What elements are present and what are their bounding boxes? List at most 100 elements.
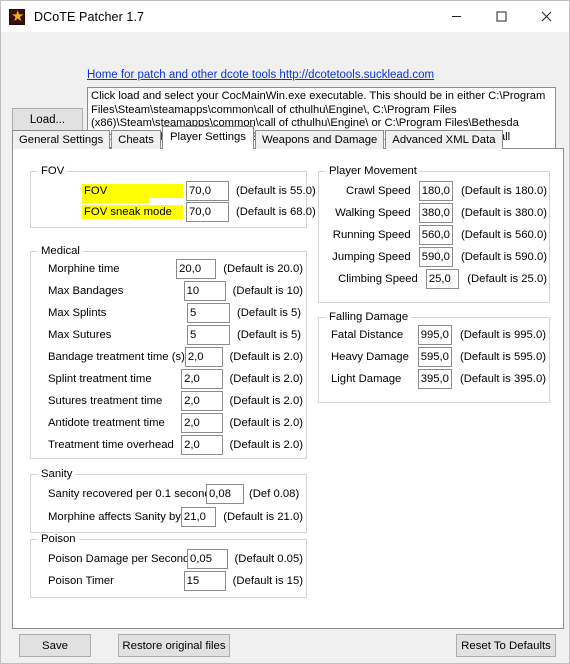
star-glyph: ★ (11, 7, 25, 25)
tab-weapons-and-damage[interactable]: Weapons and Damage (254, 130, 385, 149)
field-row-walking-speed: Walking Speed 380,0 (Default is 380.0) (332, 203, 547, 223)
group-medical-legend: Medical (38, 245, 83, 257)
group-falling-damage: Falling Damage Fatal Distance 995,0 (Def… (318, 311, 550, 403)
field-row-crawl-speed: Crawl Speed 180,0 (Default is 180.0) (332, 181, 547, 201)
label-sutures-treatment-time: Sutures treatment time (48, 395, 163, 407)
field-row-fov-sneak-mode: FOV sneak mode 70,0 (Default is 68.0) (82, 202, 332, 222)
label-treatment-time-overhead: Treatment time overhead (48, 439, 174, 451)
input-poison-damage-per-second[interactable]: 0,05 (187, 549, 228, 569)
field-row-treatment-time-overhead: Treatment time overhead 2,0 (Default is … (48, 435, 303, 455)
label-bandage-treatment-time: Bandage treatment time (s) (48, 351, 185, 363)
label-walking-speed: Walking Speed (335, 207, 411, 219)
label-light-damage: Light Damage (331, 373, 402, 385)
input-sanity-recovered[interactable]: 0,08 (206, 484, 244, 504)
default-poison-damage-per-second: (Default 0.05) (234, 553, 303, 565)
default-heavy-damage: (Default is 595.0) (459, 351, 546, 363)
group-sanity-legend: Sanity (38, 468, 76, 480)
input-running-speed[interactable]: 560,0 (418, 225, 453, 245)
field-row-fov: FOV 70,0 (Default is 55.0) (82, 181, 332, 201)
title-bar: ★ DCoTE Patcher 1.7 (1, 1, 569, 32)
default-fov-sneak-mode: (Default is 68.0) (236, 206, 316, 218)
input-morphine-affects-sanity[interactable]: 21,0 (180, 507, 217, 527)
elder-sign-icon: ★ (9, 7, 25, 25)
field-row-heavy-damage: Heavy Damage 595,0 (Default is 595.0) (331, 347, 546, 367)
input-morphine-time[interactable]: 20,0 (176, 259, 217, 279)
input-crawl-speed[interactable]: 180,0 (418, 181, 453, 201)
restore-original-files-button[interactable]: Restore original files (118, 634, 230, 657)
input-max-splints[interactable]: 5 (187, 303, 230, 323)
label-jumping-speed: Jumping Speed (332, 251, 411, 263)
label-splint-treatment-time: Splint treatment time (48, 373, 152, 385)
input-antidote-treatment-time[interactable]: 2,0 (181, 413, 223, 433)
field-row-sanity-recovered: Sanity recovered per 0.1 seconds 0,08 (D… (48, 484, 303, 504)
group-sanity: Sanity Sanity recovered per 0.1 seconds … (30, 468, 307, 533)
input-climbing-speed[interactable]: 25,0 (425, 269, 460, 289)
field-row-morphine-time: Morphine time 20,0 (Default is 20.0) (48, 259, 303, 279)
label-antidote-treatment-time: Antidote treatment time (48, 417, 165, 429)
default-poison-timer: (Default is 15) (232, 575, 303, 587)
input-splint-treatment-time[interactable]: 2,0 (181, 369, 223, 389)
default-morphine-time: (Default is 20.0) (223, 263, 303, 275)
label-max-bandages: Max Bandages (48, 285, 124, 297)
field-row-poison-timer: Poison Timer 15 (Default is 15) (48, 571, 303, 591)
tabs-container: General Settings Cheats Player Settings … (12, 126, 564, 630)
group-player-movement-legend: Player Movement (326, 165, 420, 177)
input-sutures-treatment-time[interactable]: 2,0 (181, 391, 223, 411)
default-light-damage: (Default is 395.0) (459, 373, 546, 385)
tab-strip: General Settings Cheats Player Settings … (12, 126, 504, 149)
default-sanity-recovered: (Def 0.08) (249, 488, 300, 500)
input-light-damage[interactable]: 395,0 (417, 369, 452, 389)
tab-general-settings[interactable]: General Settings (12, 130, 111, 149)
input-bandage-treatment-time[interactable]: 2,0 (184, 347, 223, 367)
homepage-link[interactable]: Home for patch and other dcote tools htt… (87, 69, 434, 81)
default-sutures-treatment-time: (Default is 2.0) (229, 395, 303, 407)
default-max-bandages: (Default is 10) (232, 285, 303, 297)
input-poison-timer[interactable]: 15 (183, 571, 226, 591)
default-bandage-treatment-time: (Default is 2.0) (229, 351, 303, 363)
input-heavy-damage[interactable]: 595,0 (417, 347, 452, 367)
input-max-sutures[interactable]: 5 (187, 325, 230, 345)
field-row-jumping-speed: Jumping Speed 590,0 (Default is 590.0) (332, 247, 547, 267)
default-splint-treatment-time: (Default is 2.0) (229, 373, 303, 385)
default-fatal-distance: (Default is 995.0) (459, 329, 546, 341)
label-morphine-time: Morphine time (48, 263, 120, 275)
default-fov: (Default is 55.0) (236, 185, 316, 197)
group-player-movement: Player Movement Crawl Speed 180,0 (Defau… (318, 165, 550, 303)
tab-advanced-xml-data[interactable]: Advanced XML Data (385, 130, 503, 149)
field-row-morphine-affects-sanity: Morphine affects Sanity by 21,0 (Default… (48, 507, 303, 527)
input-walking-speed[interactable]: 380,0 (418, 203, 453, 223)
field-row-splint-treatment-time: Splint treatment time 2,0 (Default is 2.… (48, 369, 303, 389)
default-max-splints: (Default is 5) (237, 307, 302, 319)
input-fov-sneak-mode[interactable]: 70,0 (186, 202, 229, 222)
default-antidote-treatment-time: (Default is 2.0) (229, 417, 303, 429)
group-poison-legend: Poison (38, 533, 79, 545)
field-row-antidote-treatment-time: Antidote treatment time 2,0 (Default is … (48, 413, 303, 433)
label-sanity-recovered: Sanity recovered per 0.1 seconds (48, 488, 217, 500)
footer-bar: Save Restore original files Reset To Def… (1, 629, 569, 663)
minimize-icon[interactable] (434, 2, 479, 32)
maximize-icon[interactable] (479, 2, 524, 32)
default-treatment-time-overhead: (Default is 2.0) (229, 439, 303, 451)
field-row-max-sutures: Max Sutures 5 (Default is 5) (48, 325, 303, 345)
save-button[interactable]: Save (19, 634, 91, 657)
tab-cheats[interactable]: Cheats (111, 130, 161, 149)
input-max-bandages[interactable]: 10 (183, 281, 226, 301)
input-fatal-distance[interactable]: 995,0 (417, 325, 452, 345)
input-fov[interactable]: 70,0 (186, 181, 229, 201)
input-jumping-speed[interactable]: 590,0 (418, 247, 453, 267)
field-row-bandage-treatment-time: Bandage treatment time (s) 2,0 (Default … (48, 347, 303, 367)
field-row-sutures-treatment-time: Sutures treatment time 2,0 (Default is 2… (48, 391, 303, 411)
header-area: Home for patch and other dcote tools htt… (1, 32, 569, 149)
default-max-sutures: (Default is 5) (237, 329, 302, 341)
default-morphine-affects-sanity: (Default is 21.0) (223, 511, 303, 523)
field-row-fatal-distance: Fatal Distance 995,0 (Default is 995.0) (331, 325, 546, 345)
default-jumping-speed: (Default is 590.0) (460, 251, 547, 263)
tab-player-settings[interactable]: Player Settings (161, 126, 254, 149)
close-icon[interactable] (524, 2, 569, 32)
label-fatal-distance: Fatal Distance (331, 329, 404, 341)
reset-to-defaults-button[interactable]: Reset To Defaults (456, 634, 556, 657)
input-treatment-time-overhead[interactable]: 2,0 (181, 435, 223, 455)
field-row-max-bandages: Max Bandages 10 (Default is 10) (48, 281, 303, 301)
default-running-speed: (Default is 560.0) (460, 229, 547, 241)
label-morphine-affects-sanity: Morphine affects Sanity by (48, 511, 181, 523)
